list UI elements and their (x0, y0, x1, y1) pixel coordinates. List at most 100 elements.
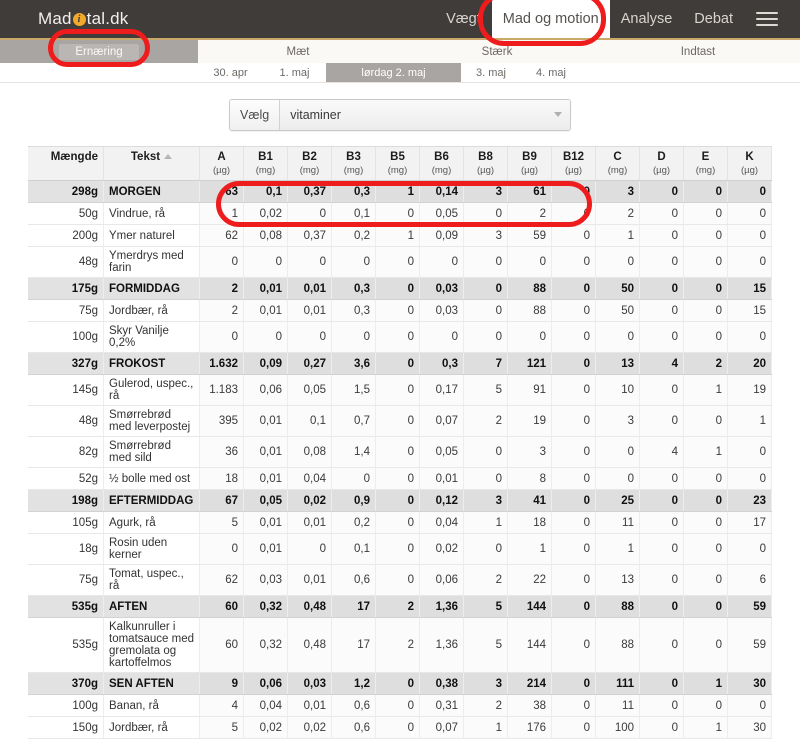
cell-b5: 0 (375, 672, 420, 695)
cell-b8: 0 (463, 533, 508, 565)
meal-summary-row[interactable]: 535g AFTEN 60 0,32 0,48 17 2 1,36 5 144 0 88 0 0 59 (28, 595, 772, 618)
column-header-k[interactable]: K (µg) (727, 147, 772, 181)
cell-c: 88 (595, 617, 640, 673)
table-row[interactable]: 50g Vindrue, rå 1 0,02 0 0,1 0 0,05 0 2 0 2 0 0 0 (28, 202, 772, 225)
column-header-b1[interactable]: B1 (mg) (243, 147, 288, 181)
cell-b12: 0 (551, 321, 596, 353)
cell-text: ½ bolle med ost (103, 467, 200, 490)
cell-b2: 0 (287, 321, 332, 353)
date-item-1-maj[interactable]: 1. maj (263, 63, 326, 82)
cell-d: 0 (639, 277, 684, 300)
nav-item-mad-og-motion[interactable]: Mad og motion (491, 0, 610, 38)
cell-k: 30 (727, 716, 772, 739)
cell-d: 0 (639, 224, 684, 247)
meal-summary-row[interactable]: 298g MORGEN 63 0,1 0,37 0,3 1 0,14 3 61 0 3 0 0 0 (28, 180, 772, 203)
cell-b2: 0,37 (287, 224, 332, 247)
table-row[interactable]: 75g Jordbær, rå 2 0,01 0,01 0,3 0 0,03 0 88 0 50 0 0 1… (28, 299, 772, 322)
column-header-b3[interactable]: B3 (mg) (331, 147, 376, 181)
cell-b1: 0,05 (243, 489, 288, 512)
nutrient-select[interactable]: vitaminer (280, 99, 570, 130)
column-header-b2[interactable]: B2 (mg) (287, 147, 332, 181)
cell-b3: 0,3 (331, 277, 376, 300)
subnav-item-ernaering[interactable]: Ernæring (0, 40, 198, 63)
table-row[interactable]: 48g Ymerdrys med farin 0 0 0 0 0 0 0 0 0 0 0 0 0 (28, 246, 772, 278)
cell-k: 0 (727, 224, 772, 247)
cell-amount: 105g (28, 511, 104, 534)
cell-e: 0 (683, 533, 728, 565)
table-row[interactable]: 82g Smørrebrød med sild 36 0,01 0,08 1,4 0 0,05… (28, 436, 772, 468)
nav-item-analyse[interactable]: Analyse (610, 0, 684, 38)
table-row[interactable]: 200g Ymer naturel 62 0,08 0,37 0,2 1 0,09 3 59 0 1 0… (28, 224, 772, 247)
subnav-item-staerk[interactable]: Stærk (398, 40, 596, 63)
column-header-amount[interactable]: Mængde (28, 147, 104, 181)
cell-b5: 0 (375, 564, 420, 596)
cell-b5: 0 (375, 511, 420, 534)
table-row[interactable]: 535g Kalkunruller i tomatsauce med gremol… (28, 617, 772, 673)
table-row[interactable]: 52g ½ bolle med ost 18 0,01 0,04 0 0 0,01 0 8 0 0 0 0… (28, 467, 772, 490)
column-header-e[interactable]: E (mg) (683, 147, 728, 181)
table-row[interactable]: 100g Banan, rå 4 0,04 0,01 0,6 0 0,31 2 38 0 11 0 0 0 (28, 694, 772, 717)
cell-c: 100 (595, 716, 640, 739)
column-header-d[interactable]: D (µg) (639, 147, 684, 181)
cell-b1: 0,06 (243, 672, 288, 695)
meal-summary-row[interactable]: 198g EFTERMIDDAG 67 0,05 0,02 0,9 0 0,12 3 41 0 25 0… (28, 489, 772, 512)
cell-b9: 19 (507, 405, 552, 437)
cell-c: 0 (595, 467, 640, 490)
meal-summary-row[interactable]: 370g SEN AFTEN 9 0,06 0,03 1,2 0 0,38 3 214 0 111 0 1… (28, 672, 772, 695)
column-header-b5[interactable]: B5 (mg) (375, 147, 420, 181)
cell-text: Skyr Vanilje 0,2% (103, 321, 200, 353)
column-header-b1-unit: (mg) (255, 165, 276, 176)
site-logo[interactable]: Mad i tal.dk (38, 9, 129, 29)
table-row[interactable]: 105g Agurk, rå 5 0,01 0,01 0,2 0 0,04 1 18 0 11 0 0 17 (28, 511, 772, 534)
column-header-b8[interactable]: B8 (µg) (463, 147, 508, 181)
column-header-c[interactable]: C (mg) (595, 147, 640, 181)
table-row[interactable]: 150g Jordbær, rå 5 0,02 0,02 0,6 0 0,07 1 176 0 100… (28, 716, 772, 739)
cell-k: 0 (727, 180, 772, 203)
nav-item-vaegt[interactable]: Vægt (435, 0, 492, 38)
subnav-item-indtast[interactable]: Indtast (596, 40, 800, 63)
column-header-text[interactable]: Tekst (103, 147, 200, 181)
cell-text: Ymer naturel (103, 224, 200, 247)
hamburger-menu-icon[interactable] (756, 0, 778, 38)
cell-e: 1 (683, 374, 728, 406)
column-header-c-name: C (613, 151, 622, 163)
cell-c: 50 (595, 299, 640, 322)
cell-b9: 214 (507, 672, 552, 695)
cell-b3: 0 (331, 467, 376, 490)
cell-b8: 0 (463, 246, 508, 278)
cell-text: Tomat, uspec., rå (103, 564, 200, 596)
column-header-b6[interactable]: B6 (mg) (419, 147, 464, 181)
cell-c: 11 (595, 511, 640, 534)
meal-summary-row[interactable]: 175g FORMIDDAG 2 0,01 0,01 0,3 0 0,03 0 88 0 50 0 0 15 (28, 277, 772, 300)
subnav-item-maet[interactable]: Mæt (198, 40, 398, 63)
cell-d: 0 (639, 533, 684, 565)
date-item-3-maj[interactable]: 3. maj (461, 63, 521, 82)
nutrient-selector-group[interactable]: Vælg vitaminer (229, 98, 571, 131)
cell-a: 395 (199, 405, 244, 437)
cell-amount: 82g (28, 436, 104, 468)
nav-item-debat[interactable]: Debat (683, 0, 744, 38)
cell-b9: 3 (507, 436, 552, 468)
table-row[interactable]: 100g Skyr Vanilje 0,2% 0 0 0 0 0 0 0 0 0 0 0 0 0 (28, 321, 772, 353)
cell-d: 0 (639, 202, 684, 225)
cell-b2: 0,01 (287, 511, 332, 534)
date-item-30-apr[interactable]: 30. apr (198, 63, 263, 82)
column-header-a[interactable]: A (µg) (199, 147, 244, 181)
table-row[interactable]: 75g Tomat, uspec., rå 62 0,03 0,01 0,6 0 0,06 2 2… (28, 564, 772, 596)
cell-b8: 3 (463, 180, 508, 203)
column-header-b9[interactable]: B9 (µg) (507, 147, 552, 181)
cell-b3: 0,6 (331, 694, 376, 717)
selector-label: Vælg (230, 99, 281, 130)
table-row[interactable]: 18g Rosin uden kerner 0 0,01 0 0,1 0 0,02 0 1 0 1 0 0… (28, 533, 772, 565)
column-header-text-label: Tekst (130, 151, 161, 163)
date-item-4-maj[interactable]: 4. maj (521, 63, 581, 82)
column-header-b12[interactable]: B12 (µg) (551, 147, 596, 181)
table-row[interactable]: 48g Smørrebrød med leverpostej 395 0,01 0,1 0… (28, 405, 772, 437)
table-row[interactable]: 145g Gulerod, uspec., rå 1.183 0,06 0,05 1,5 0… (28, 374, 772, 406)
column-header-a-unit: (µg) (212, 165, 231, 176)
cell-d: 0 (639, 405, 684, 437)
meal-summary-row[interactable]: 327g FROKOST 1.632 0,09 0,27 3,6 0 0,3 7 121 0 13 4 2… (28, 352, 772, 375)
cell-b9: 38 (507, 694, 552, 717)
date-item-2-maj-selected[interactable]: lørdag 2. maj (326, 63, 461, 82)
column-header-b6-unit: (mg) (431, 165, 452, 176)
